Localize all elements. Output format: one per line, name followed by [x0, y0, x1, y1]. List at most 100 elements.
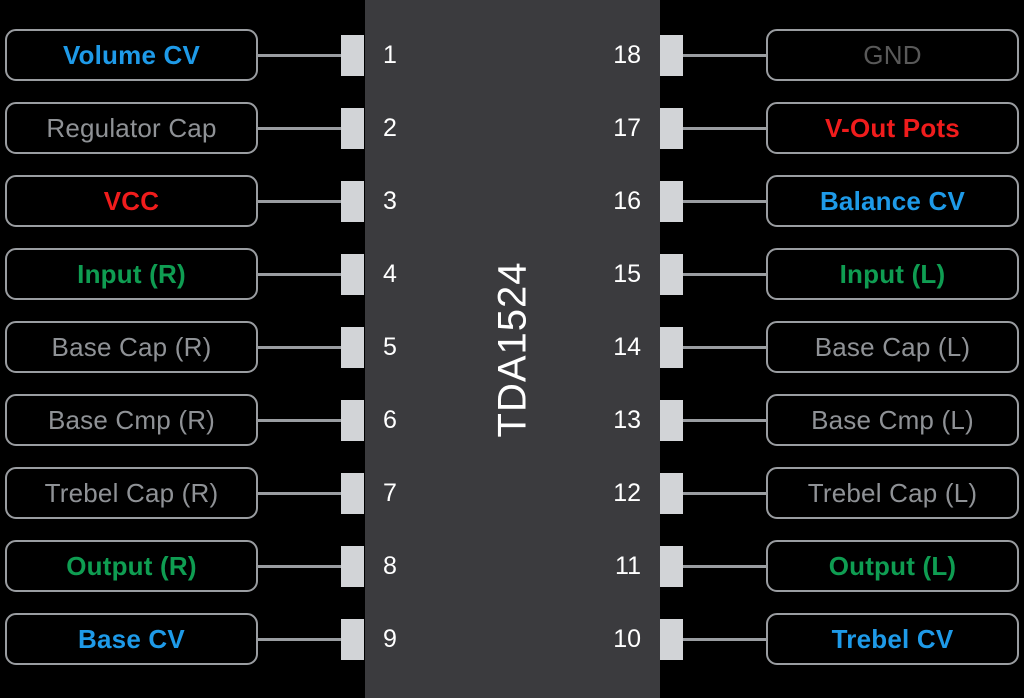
- pin-connector-wire: [258, 565, 341, 568]
- pin-label-box[interactable]: VCC: [5, 175, 258, 227]
- pin-pad: [341, 181, 364, 222]
- pin-pad: [660, 35, 683, 76]
- pin-label-box[interactable]: Output (L): [766, 540, 1019, 592]
- pin-number: 18: [613, 40, 641, 69]
- pin-row: Trebel Cap (L) 12: [613, 467, 1024, 519]
- pin-number: 14: [613, 332, 641, 361]
- pin-label-text: Base Cmp (R): [47, 404, 216, 435]
- pin-connector-wire: [682, 492, 766, 495]
- pin-pad: [341, 546, 364, 587]
- pin-pad: [660, 619, 683, 660]
- pin-label-box[interactable]: Base Cmp (R): [5, 394, 258, 446]
- pin-label-box[interactable]: Regulator Cap: [5, 102, 258, 154]
- pin-pad: [660, 400, 683, 441]
- pin-pad: [660, 254, 683, 295]
- pin-row: Output (R) 8: [0, 540, 400, 592]
- pin-label-text: Output (R): [66, 550, 197, 581]
- chip-notch-icon: [850, 0, 906, 27]
- pin-number: 3: [383, 186, 397, 215]
- pin-pad: [341, 400, 364, 441]
- pin-label-text: Input (L): [839, 258, 946, 289]
- pin-pad: [660, 327, 683, 368]
- pin-row: Base Cap (L) 14: [613, 321, 1024, 373]
- pin-label-box[interactable]: Volume CV: [5, 29, 258, 81]
- pin-number: 4: [383, 259, 397, 288]
- pin-row: GND 18: [613, 29, 1024, 81]
- pin-row: Volume CV 1: [0, 29, 400, 81]
- pin-label-box[interactable]: Base CV: [5, 613, 258, 665]
- pin-connector-wire: [258, 200, 341, 203]
- pin-number: 16: [613, 186, 641, 215]
- pin-label-text: VCC: [103, 185, 160, 216]
- pin-label-box[interactable]: Trebel Cap (R): [5, 467, 258, 519]
- pin-number: 11: [615, 551, 641, 580]
- pin-number: 7: [383, 478, 397, 507]
- pin-connector-wire: [682, 638, 766, 641]
- pin-label-text: Base Cap (L): [814, 331, 971, 362]
- pin-row: Trebel Cap (R) 7: [0, 467, 400, 519]
- pin-row: Base Cmp (R) 6: [0, 394, 400, 446]
- pin-label-text: Trebel CV: [831, 623, 954, 654]
- pin-number: 17: [613, 113, 641, 142]
- pin-connector-wire: [682, 346, 766, 349]
- pin-pad: [341, 108, 364, 149]
- pin-label-text: Base Cap (R): [51, 331, 212, 362]
- pin-row: VCC 3: [0, 175, 400, 227]
- pin-number: 15: [613, 259, 641, 288]
- pin-row: Trebel CV 10: [613, 613, 1024, 665]
- pin-row: Input (R) 4: [0, 248, 400, 300]
- pin-connector-wire: [682, 419, 766, 422]
- pin-pad: [341, 35, 364, 76]
- pin-label-box[interactable]: Trebel CV: [766, 613, 1019, 665]
- pin-label-box[interactable]: Base Cap (R): [5, 321, 258, 373]
- pin-pad: [660, 473, 683, 514]
- pin-connector-wire: [258, 54, 341, 57]
- pin-connector-wire: [258, 273, 341, 276]
- pin-row: V-Out Pots 17: [613, 102, 1024, 154]
- pin-connector-wire: [258, 638, 341, 641]
- pin-connector-wire: [682, 273, 766, 276]
- pin-number: 1: [383, 40, 397, 69]
- pin-label-box[interactable]: Trebel Cap (L): [766, 467, 1019, 519]
- pin-connector-wire: [682, 565, 766, 568]
- pin-label-text: Balance CV: [819, 185, 966, 216]
- pin-row: Balance CV 16: [613, 175, 1024, 227]
- pin-label-box[interactable]: GND: [766, 29, 1019, 81]
- pin-label-box[interactable]: Balance CV: [766, 175, 1019, 227]
- pin-label-text: Base CV: [78, 623, 185, 654]
- pin-row: Input (L) 15: [613, 248, 1024, 300]
- pin-pad: [660, 108, 683, 149]
- pin-label-text: Volume CV: [62, 39, 201, 70]
- pin-row: Output (L) 11: [615, 540, 1024, 592]
- pin-row: Base Cap (R) 5: [0, 321, 400, 373]
- pin-number: 13: [613, 405, 641, 434]
- pin-label-text: Trebel Cap (L): [807, 477, 978, 508]
- pin-row: Base Cmp (L) 13: [613, 394, 1024, 446]
- pin-row: Regulator Cap 2: [0, 102, 400, 154]
- pin-label-text: Regulator Cap: [46, 112, 217, 143]
- pin-number: 2: [383, 113, 397, 142]
- pin-number: 6: [383, 405, 397, 434]
- pin-label-text: Output (L): [828, 550, 957, 581]
- pin-pad: [660, 181, 683, 222]
- pin-label-box[interactable]: Input (R): [5, 248, 258, 300]
- pin-connector-wire: [258, 127, 341, 130]
- pin-label-text: Input (R): [77, 258, 186, 289]
- pin-label-box[interactable]: V-Out Pots: [766, 102, 1019, 154]
- pin-label-box[interactable]: Base Cmp (L): [766, 394, 1019, 446]
- pin-label-box[interactable]: Output (R): [5, 540, 258, 592]
- pin-number: 12: [613, 478, 641, 507]
- pin-label-box[interactable]: Input (L): [766, 248, 1019, 300]
- pin-number: 8: [383, 551, 397, 580]
- pin-number: 9: [383, 624, 397, 653]
- pin-label-text: V-Out Pots: [825, 112, 960, 143]
- pin-pad: [660, 546, 683, 587]
- pin-row: Base CV 9: [0, 613, 400, 665]
- pin-connector-wire: [682, 54, 766, 57]
- pin-connector-wire: [682, 127, 766, 130]
- pin-connector-wire: [258, 346, 341, 349]
- pin-label-box[interactable]: Base Cap (L): [766, 321, 1019, 373]
- pin-pad: [341, 473, 364, 514]
- pinout-diagram: TDA1524 Volume CV 1 Regulator Cap 2 VCC 3 Inpu…: [0, 0, 1024, 698]
- pin-pad: [341, 619, 364, 660]
